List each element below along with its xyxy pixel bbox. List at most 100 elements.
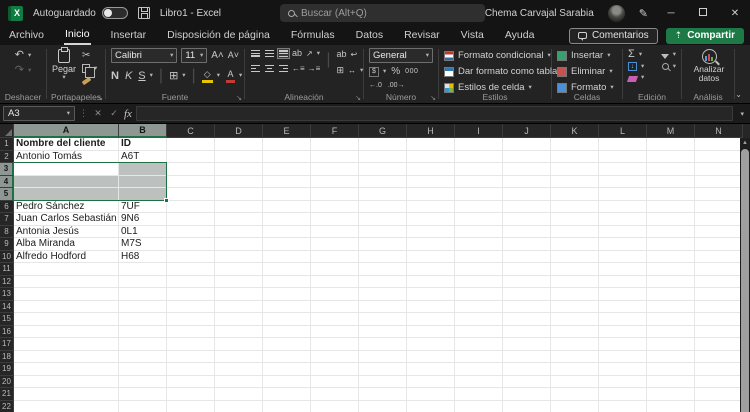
cell-J10[interactable] [503,250,551,263]
cell-C12[interactable] [167,275,215,288]
cell-J18[interactable] [503,350,551,363]
cell-G12[interactable] [359,275,407,288]
cell-J17[interactable] [503,338,551,351]
cell-D4[interactable] [215,175,263,188]
cell-H14[interactable] [407,300,455,313]
cell-F2[interactable] [311,150,359,163]
cell-M19[interactable] [647,363,695,376]
cell-G1[interactable] [359,138,407,151]
cell-E5[interactable] [263,188,311,201]
cell-L7[interactable] [599,213,647,226]
cell-K10[interactable] [551,250,599,263]
cell-G19[interactable] [359,363,407,376]
analyze-data-button[interactable]: Analizar datos [687,49,731,83]
wrap-text-button[interactable]: ab ↩ [337,49,364,60]
cell-B9[interactable]: M7S [119,238,167,251]
cell-A14[interactable] [14,300,119,313]
undo-button[interactable]: ↶ ▾ [15,50,31,61]
cell-B4[interactable] [119,175,167,188]
cell-H9[interactable] [407,238,455,251]
column-header-B[interactable]: B [119,124,167,138]
cell-E13[interactable] [263,288,311,301]
cell-D13[interactable] [215,288,263,301]
cell-K11[interactable] [551,263,599,276]
row-header-16[interactable]: 16 [0,325,14,338]
cell-H13[interactable] [407,288,455,301]
cell-H12[interactable] [407,275,455,288]
column-header-A[interactable]: A [14,124,119,138]
cell-D11[interactable] [215,263,263,276]
cell-A3[interactable] [14,163,119,176]
align-bottom-icon[interactable] [277,48,290,59]
cell-L12[interactable] [599,275,647,288]
cell-F19[interactable] [311,363,359,376]
cell-J3[interactable] [503,163,551,176]
cell-F4[interactable] [311,175,359,188]
cell-K8[interactable] [551,225,599,238]
cell-L9[interactable] [599,238,647,251]
row-header-8[interactable]: 8 [0,225,14,238]
cell-M11[interactable] [647,263,695,276]
font-color-button[interactable]: A ▾ [225,69,242,83]
cell-K5[interactable] [551,188,599,201]
maximize-button[interactable] [694,7,712,19]
alignment-dialog-launcher[interactable]: ↘ [355,94,361,102]
cell-C22[interactable] [167,400,215,412]
cell-J14[interactable] [503,300,551,313]
cell-C8[interactable] [167,225,215,238]
cell-C16[interactable] [167,325,215,338]
cell-N21[interactable] [695,388,743,401]
cell-E19[interactable] [263,363,311,376]
cell-A4[interactable] [14,175,119,188]
cell-E9[interactable] [263,238,311,251]
cell-E8[interactable] [263,225,311,238]
paste-button[interactable]: Pegar ▾ [52,47,76,81]
cell-M5[interactable] [647,188,695,201]
cell-I19[interactable] [455,363,503,376]
cell-L13[interactable] [599,288,647,301]
cell-K18[interactable] [551,350,599,363]
cell-A1[interactable]: Nombre del cliente [14,138,119,151]
cell-K7[interactable] [551,213,599,226]
cell-M18[interactable] [647,350,695,363]
cell-F18[interactable] [311,350,359,363]
format-painter-icon[interactable] [81,76,92,86]
merge-center-button[interactable]: ⊞ ↔ ▾ [337,65,364,76]
cell-B19[interactable] [119,363,167,376]
cell-K14[interactable] [551,300,599,313]
align-left-icon[interactable] [250,64,261,73]
cell-A2[interactable]: Antonio Tomás [14,150,119,163]
cell-L22[interactable] [599,400,647,412]
cell-D8[interactable] [215,225,263,238]
cell-L5[interactable] [599,188,647,201]
row-header-12[interactable]: 12 [0,275,14,288]
cell-H11[interactable] [407,263,455,276]
cell-E2[interactable] [263,150,311,163]
cell-E22[interactable] [263,400,311,412]
cell-K22[interactable] [551,400,599,412]
grow-font-button[interactable]: A˄ [211,50,224,61]
cell-N22[interactable] [695,400,743,412]
cell-C9[interactable] [167,238,215,251]
cell-D10[interactable] [215,250,263,263]
cell-G9[interactable] [359,238,407,251]
name-box[interactable]: A3 ▾ [3,106,75,121]
cell-M6[interactable] [647,200,695,213]
cell-D1[interactable] [215,138,263,151]
cell-F10[interactable] [311,250,359,263]
share-button[interactable]: ⇡ Compartir [665,27,744,44]
cell-G21[interactable] [359,388,407,401]
cell-A17[interactable] [14,338,119,351]
cell-E6[interactable] [263,200,311,213]
cell-I6[interactable] [455,200,503,213]
cell-F15[interactable] [311,313,359,326]
row-header-14[interactable]: 14 [0,300,14,313]
name-box-splitter[interactable]: ⋮ [79,108,88,119]
minimize-button[interactable]: ─ [662,8,680,19]
cell-L19[interactable] [599,363,647,376]
cell-I21[interactable] [455,388,503,401]
cell-B22[interactable] [119,400,167,412]
tab-f-rmulas[interactable]: Fórmulas [290,27,336,44]
cell-C18[interactable] [167,350,215,363]
increase-indent-icon[interactable]: →≡ [308,63,321,74]
